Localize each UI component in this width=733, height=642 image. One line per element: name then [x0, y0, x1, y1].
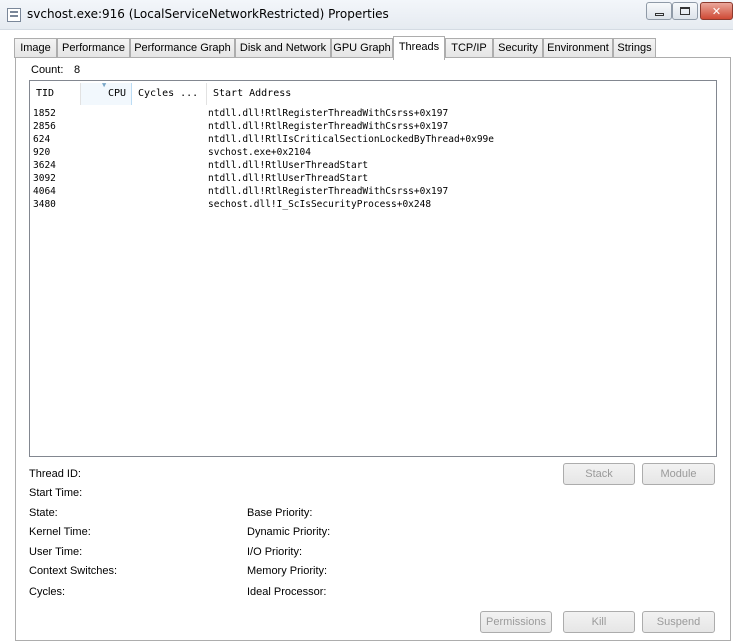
kill-button[interactable]: Kill — [563, 611, 635, 633]
column-header-cpu-label: CPU — [107, 88, 126, 99]
tid-cell: 3480 — [33, 199, 56, 210]
tid-cell: 4064 — [33, 186, 56, 197]
tab-disk-and-network[interactable]: Disk and Network — [235, 38, 331, 58]
start-address-cell: ntdll.dll!RtlIsCriticalSectionLockedByTh… — [208, 134, 494, 145]
io-priority-label: I/O Priority: — [247, 546, 303, 558]
cycles-label: Cycles: — [29, 586, 66, 598]
tab-performance[interactable]: Performance — [57, 38, 130, 58]
stack-button[interactable]: Stack — [563, 463, 635, 485]
table-row[interactable]: 3624 ntdll.dll!RtlUserThreadStart — [30, 159, 716, 172]
tid-cell: 1852 — [33, 108, 56, 119]
column-header-start-address[interactable]: Start Address — [207, 83, 716, 105]
tab-security[interactable]: Security — [493, 38, 543, 58]
properties-window-icon — [7, 8, 21, 22]
tab-tcp-ip[interactable]: TCP/IP — [445, 38, 493, 58]
tid-cell: 624 — [33, 134, 51, 145]
dynamic-priority-label: Dynamic Priority: — [247, 526, 331, 538]
table-row[interactable]: 624 ntdll.dll!RtlIsCriticalSectionLockedB… — [30, 133, 716, 146]
module-button[interactable]: Module — [642, 463, 715, 485]
tid-cell: 3624 — [33, 160, 56, 171]
tid-cell: 3092 — [33, 173, 56, 184]
table-row[interactable]: 2856 ntdll.dll!RtlRegisterThreadWithCsrss… — [30, 120, 716, 133]
column-header-cycles[interactable]: Cycles ... — [132, 83, 207, 105]
start-address-cell: ntdll.dll!RtlRegisterThreadWithCsrss+0x1… — [208, 108, 449, 119]
table-row[interactable]: 4064 ntdll.dll!RtlRegisterThreadWithCsrss… — [30, 185, 716, 198]
tab-performance-graph[interactable]: Performance Graph — [130, 38, 235, 58]
tab-environment[interactable]: Environment — [543, 38, 613, 58]
ideal-processor-label: Ideal Processor: — [247, 586, 327, 598]
suspend-button[interactable]: Suspend — [642, 611, 715, 633]
tab-image[interactable]: Image — [14, 38, 57, 58]
table-row[interactable]: 3092 ntdll.dll!RtlUserThreadStart — [30, 172, 716, 185]
tab-threads[interactable]: Threads — [393, 36, 445, 60]
start-address-cell: ntdll.dll!RtlRegisterThreadWithCsrss+0x1… — [208, 121, 449, 132]
close-icon: ✕ — [711, 5, 722, 18]
table-row[interactable]: 920 svchost.exe+0x2104 — [30, 146, 716, 159]
thread-list[interactable]: TID ▼ CPU Cycles ... Start Address 1852 n… — [29, 80, 717, 457]
column-header-cpu[interactable]: ▼ CPU — [81, 83, 132, 105]
window-title: svchost.exe:916 (LocalServiceNetworkRest… — [27, 7, 389, 21]
context-switches-label: Context Switches: — [29, 565, 118, 577]
kernel-time-label: Kernel Time: — [29, 526, 91, 538]
minimize-icon — [654, 12, 664, 16]
start-time-label: Start Time: — [29, 487, 83, 499]
maximize-button[interactable] — [672, 2, 698, 20]
sort-descending-icon: ▼ — [102, 83, 107, 89]
permissions-button[interactable]: Permissions — [480, 611, 552, 633]
start-address-cell: sechost.dll!I_ScIsSecurityProcess+0x248 — [208, 199, 432, 210]
user-time-label: User Time: — [29, 546, 83, 558]
start-address-cell: ntdll.dll!RtlUserThreadStart — [208, 160, 369, 171]
tid-cell: 920 — [33, 147, 51, 158]
base-priority-label: Base Priority: — [247, 507, 313, 519]
start-address-cell: ntdll.dll!RtlRegisterThreadWithCsrss+0x1… — [208, 186, 449, 197]
thread-count-value: 8 — [74, 64, 81, 76]
thread-count-label: Count: — [31, 64, 64, 76]
title-bar: svchost.exe:916 (LocalServiceNetworkRest… — [0, 0, 733, 30]
start-address-cell: ntdll.dll!RtlUserThreadStart — [208, 173, 369, 184]
table-row[interactable]: 1852 ntdll.dll!RtlRegisterThreadWithCsrss… — [30, 107, 716, 120]
tab-gpu-graph[interactable]: GPU Graph — [331, 38, 393, 58]
thread-id-label: Thread ID: — [29, 468, 81, 480]
memory-priority-label: Memory Priority: — [247, 565, 328, 577]
thread-list-header: TID ▼ CPU Cycles ... Start Address — [30, 83, 716, 105]
close-button[interactable]: ✕ — [700, 2, 733, 20]
table-row[interactable]: 3480 sechost.dll!I_ScIsSecurityProcess+0x… — [30, 198, 716, 211]
thread-rows: 1852 ntdll.dll!RtlRegisterThreadWithCsrss… — [30, 107, 716, 211]
tid-cell: 2856 — [33, 121, 56, 132]
tab-strings[interactable]: Strings — [613, 38, 656, 58]
maximize-icon — [680, 7, 690, 15]
state-label: State: — [29, 507, 58, 519]
minimize-button[interactable] — [646, 2, 672, 20]
column-header-tid[interactable]: TID — [30, 83, 81, 105]
start-address-cell: svchost.exe+0x2104 — [208, 147, 311, 158]
